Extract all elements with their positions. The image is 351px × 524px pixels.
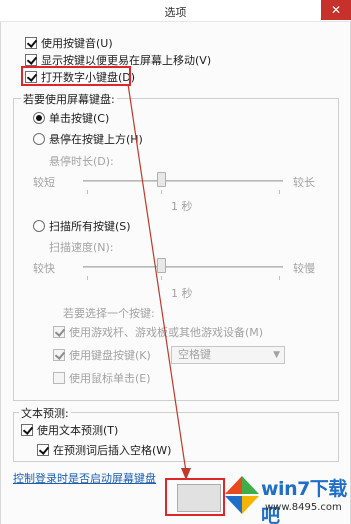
radio-click-keys[interactable]: 单击按键(C) — [33, 110, 109, 126]
checkbox-label: 使用键盘按键(K) — [69, 349, 151, 362]
checkbox-box[interactable] — [53, 326, 65, 338]
keyboard-key-select[interactable]: 空格键 ▼ — [171, 346, 285, 364]
slider-tick — [279, 276, 280, 280]
watermark: win7下载吧 www.8495.com — [221, 472, 347, 524]
radio-label: 悬停在按键上方(H) — [49, 133, 143, 146]
checkbox-box[interactable] — [53, 372, 65, 384]
select-value: 空格键 — [178, 348, 211, 361]
scan-speed-label: 扫描速度(N): — [49, 241, 114, 254]
checkbox-label: 使用文本预测(T) — [37, 424, 119, 437]
text-prediction-group-label: 文本预测: — [19, 405, 71, 421]
radio-button[interactable] — [33, 112, 45, 124]
close-icon: ✕ — [330, 3, 342, 17]
scan-value: 1 秒 — [171, 287, 193, 300]
hover-min-label: 较短 — [33, 176, 55, 189]
scan-slider-thumb[interactable] — [157, 258, 166, 273]
scan-speed-slider[interactable] — [83, 266, 283, 268]
checkbox-text-prediction[interactable]: 使用文本预测(T) — [21, 422, 118, 438]
slider-tick — [161, 276, 162, 280]
hover-duration-label: 悬停时长(D): — [49, 155, 114, 168]
highlight-box-ok — [165, 478, 225, 516]
radio-scan-keys[interactable]: 扫描所有按键(S) — [33, 218, 131, 234]
radio-button[interactable] — [33, 133, 45, 145]
startup-settings-link[interactable]: 控制登录时是否启动屏幕键盘 — [13, 470, 156, 486]
watermark-text: win7下载吧 — [261, 478, 347, 524]
hover-slider-thumb[interactable] — [157, 172, 166, 187]
radio-label: 扫描所有按键(S) — [49, 220, 131, 233]
options-dialog: 使用按键音(U) 显示按键以便更易在屏幕上移动(V) 打开数字小键盘(D) 若要… — [0, 22, 351, 524]
checkbox-label: 在预测词后插入空格(W) — [53, 444, 172, 457]
checkbox-gamepad[interactable]: 使用游戏杆、游戏板或其他游戏设备(M) — [53, 324, 263, 340]
slider-tick — [279, 190, 280, 194]
hover-value: 1 秒 — [171, 200, 193, 213]
checkbox-label: 使用鼠标单击(E) — [69, 372, 151, 385]
hover-max-label: 较长 — [293, 176, 315, 189]
checkbox-label: 使用游戏杆、游戏板或其他游戏设备(M) — [69, 326, 264, 339]
screen-keyboard-group-label: 若要使用屏幕键盘: — [21, 91, 117, 107]
highlight-box-keypad — [21, 66, 131, 86]
close-button[interactable]: ✕ — [321, 0, 351, 20]
slider-tick — [87, 190, 88, 194]
slider-tick — [161, 190, 162, 194]
checkbox-label: 使用按键音(U) — [41, 37, 113, 50]
scan-min-label: 较快 — [33, 262, 55, 275]
checkbox-box[interactable] — [25, 54, 37, 66]
checkbox-box[interactable] — [37, 444, 49, 456]
slider-tick — [87, 276, 88, 280]
chevron-down-icon: ▼ — [273, 350, 280, 360]
radio-button[interactable] — [33, 220, 45, 232]
title-bar: 选项 ✕ — [0, 0, 351, 22]
checkbox-insert-space[interactable]: 在预测词后插入空格(W) — [37, 442, 171, 458]
radio-label: 单击按键(C) — [49, 112, 110, 125]
watermark-url: www.8495.com — [265, 502, 342, 513]
radio-hover-keys[interactable]: 悬停在按键上方(H) — [33, 131, 143, 147]
window-title: 选项 — [164, 6, 187, 19]
checkbox-box[interactable] — [53, 349, 65, 361]
checkbox-box[interactable] — [25, 37, 37, 49]
checkbox-box[interactable] — [21, 424, 33, 436]
select-key-label: 若要选择一个按键: — [63, 307, 155, 320]
scan-max-label: 较慢 — [293, 262, 315, 275]
checkbox-keyboard-key[interactable]: 使用键盘按键(K) — [53, 347, 151, 363]
windows-logo-icon — [225, 476, 259, 514]
checkbox-key-sound[interactable]: 使用按键音(U) — [25, 35, 113, 51]
checkbox-mouse-click[interactable]: 使用鼠标单击(E) — [53, 370, 151, 386]
hover-duration-slider[interactable] — [83, 180, 283, 182]
